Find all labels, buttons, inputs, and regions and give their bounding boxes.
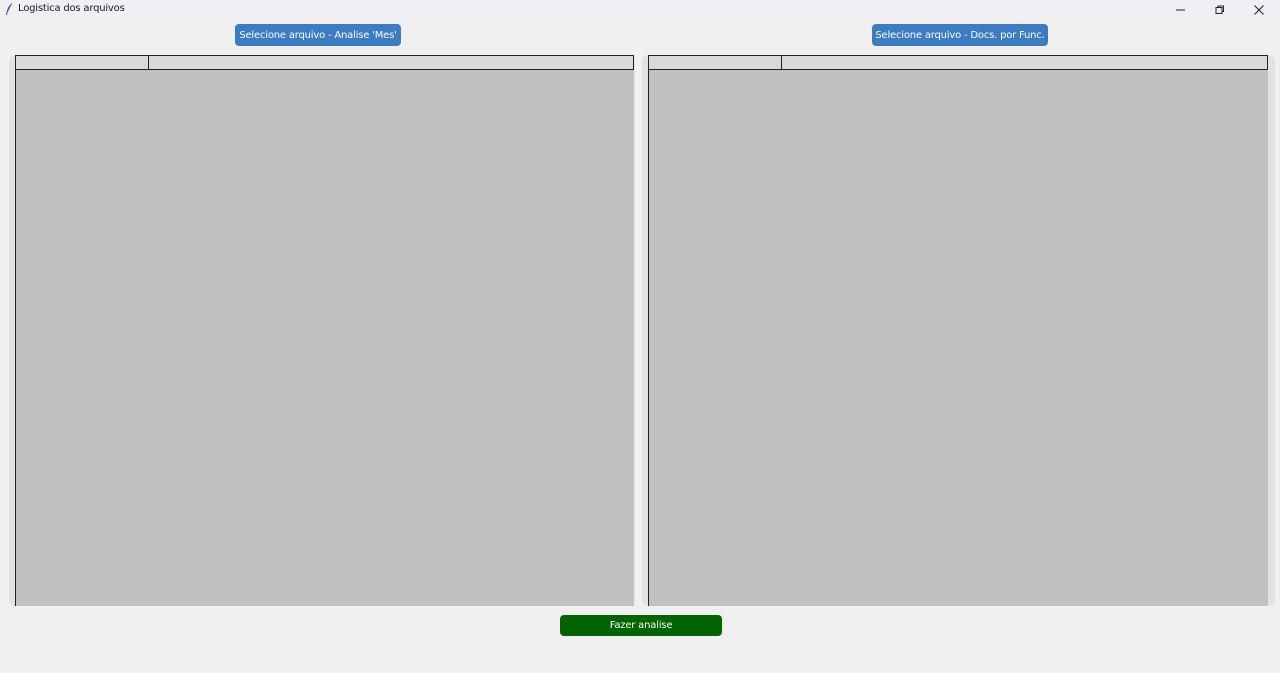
right-treeview[interactable] xyxy=(648,55,1268,606)
select-file-docs-button[interactable]: Selecione arquivo - Docs. por Func. xyxy=(872,24,1048,46)
select-file-mes-button[interactable]: Selecione arquivo - Analise 'Mes' xyxy=(235,24,401,46)
title-bar: Logistica dos arquivos xyxy=(0,0,1280,19)
left-treeview[interactable] xyxy=(15,55,634,606)
left-column-header-1[interactable] xyxy=(16,56,149,69)
close-button[interactable] xyxy=(1240,0,1278,19)
feather-icon xyxy=(6,2,13,15)
minimize-icon xyxy=(1176,9,1185,10)
right-column-header-1[interactable] xyxy=(649,56,782,69)
left-table-header xyxy=(16,55,634,70)
restore-button[interactable] xyxy=(1201,0,1239,19)
close-icon xyxy=(1254,4,1264,15)
restore-icon xyxy=(1215,5,1224,14)
left-column-header-2[interactable] xyxy=(149,56,633,69)
right-table-panel xyxy=(642,55,1275,606)
right-column-header-2[interactable] xyxy=(782,56,1267,69)
right-table-header xyxy=(649,55,1268,70)
minimize-button[interactable] xyxy=(1162,0,1200,19)
left-table-panel xyxy=(9,55,635,606)
analyze-button[interactable]: Fazer analise xyxy=(560,615,722,636)
window-title: Logistica dos arquivos xyxy=(18,3,125,14)
